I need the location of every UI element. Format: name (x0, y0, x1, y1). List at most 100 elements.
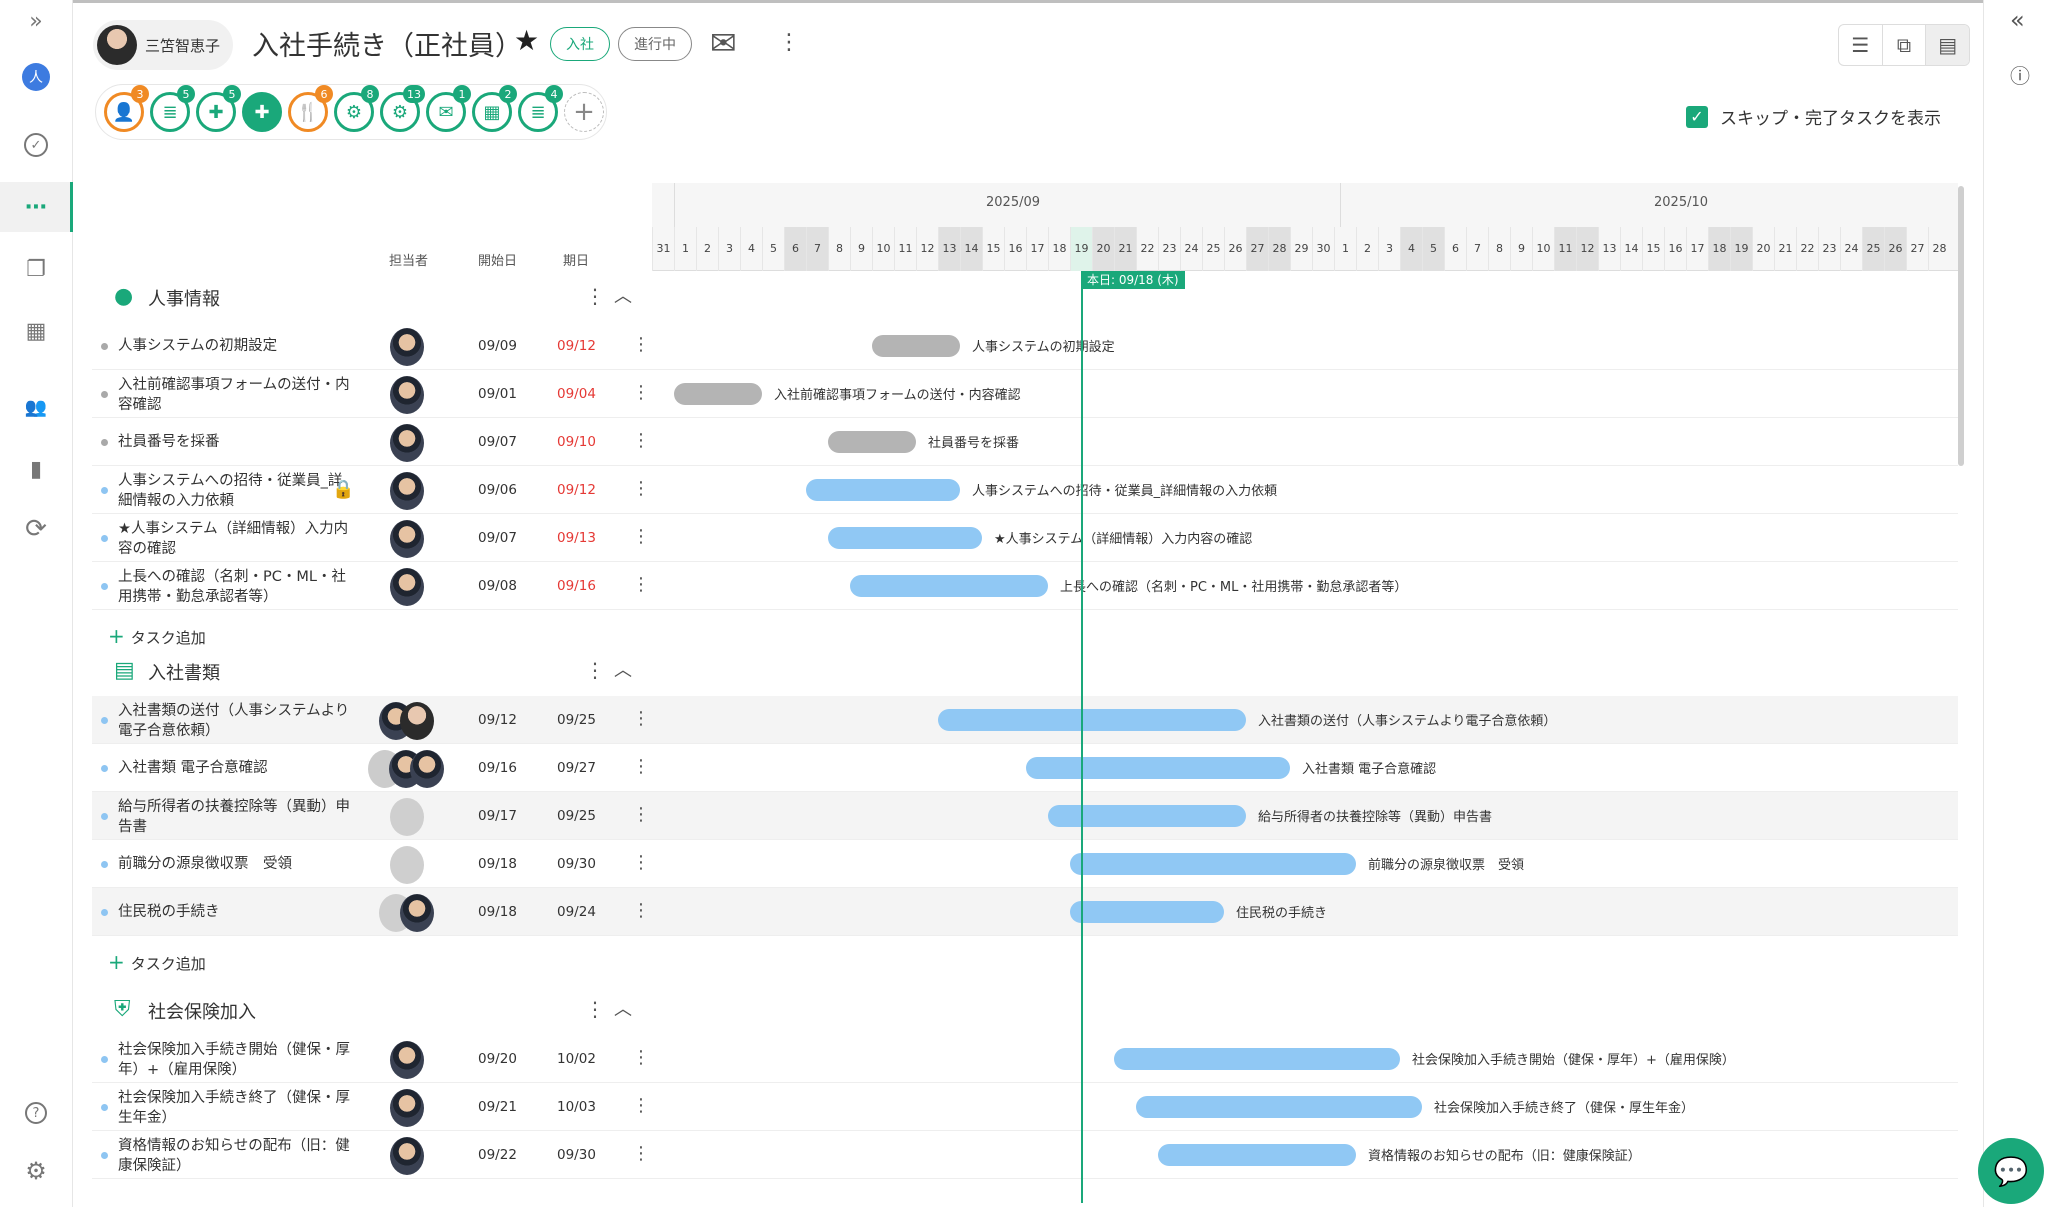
mail-icon[interactable]: ✉ (710, 24, 737, 62)
category-filter-chip[interactable]: ≣ 5 (150, 85, 195, 132)
double-chevron-right-icon[interactable]: » (0, 0, 72, 46)
task-row[interactable]: 資格情報のお知らせの配布（旧：健康保険証） 09/22 09/30 ⋮ (92, 1131, 652, 1179)
show-skipped-toggle[interactable]: ✓ スキップ・完了タスクを表示 (1686, 104, 1941, 129)
task-name[interactable]: 給与所得者の扶養控除等（異動）申告書 (118, 797, 356, 837)
due-date[interactable]: 09/10 (557, 434, 596, 450)
task-more-icon[interactable]: ⋮ (632, 1143, 650, 1164)
task-more-icon[interactable]: ⋮ (632, 708, 650, 729)
task-more-icon[interactable]: ⋮ (632, 1047, 650, 1068)
task-bar[interactable] (806, 479, 960, 501)
section-more-icon[interactable]: ⋮ (585, 658, 605, 682)
due-date[interactable]: 10/02 (557, 1051, 596, 1067)
table-icon[interactable]: ▦ (0, 306, 72, 356)
task-row[interactable]: 給与所得者の扶養控除等（異動）申告書 09/17 09/25 ⋮ (92, 792, 652, 840)
double-chevron-left-icon[interactable]: « (2010, 6, 2025, 34)
task-name[interactable]: 社員番号を採番 (118, 432, 356, 452)
task-name[interactable]: 社会保険加入手続き終了（健保・厚生年金） (118, 1088, 356, 1128)
task-bar[interactable] (1048, 805, 1246, 827)
task-more-icon[interactable]: ⋮ (632, 478, 650, 499)
collapse-chevron-icon[interactable]: ︿ (614, 995, 632, 1021)
due-date[interactable]: 09/30 (557, 1147, 596, 1163)
task-row[interactable]: 社会保険加入手続き終了（健保・厚生年金） 09/21 10/03 ⋮ (92, 1083, 652, 1131)
task-more-icon[interactable]: ⋮ (632, 900, 650, 921)
assignee-chip[interactable]: 三笘智恵子 (93, 20, 233, 70)
task-bar[interactable] (1158, 1144, 1356, 1166)
check-circle-icon[interactable]: ✓ (0, 120, 72, 170)
category-filter-chip[interactable]: ✚ (242, 92, 282, 132)
category-filter-chip[interactable]: ≣ 4 (518, 85, 563, 132)
task-row[interactable]: 入社書類の送付（人事システムより電子合意依頼） 09/12 09/25 ⋮ (92, 696, 652, 744)
start-date[interactable]: 09/08 (478, 578, 517, 594)
task-bar[interactable] (1070, 901, 1224, 923)
start-date[interactable]: 09/01 (478, 386, 517, 402)
task-bar[interactable] (872, 335, 960, 357)
status-badge[interactable]: 進行中 (618, 27, 692, 61)
due-date[interactable]: 09/25 (557, 712, 596, 728)
task-name[interactable]: 入社書類の送付（人事システムより電子合意依頼） (118, 701, 356, 741)
task-row[interactable]: 入社前確認事項フォームの送付・内容確認 09/01 09/04 ⋮ (92, 370, 652, 418)
start-date[interactable]: 09/18 (478, 904, 517, 920)
category-filter-chip[interactable]: ✉ 1 (426, 85, 471, 132)
due-date[interactable]: 09/27 (557, 760, 596, 776)
category-filter-chip[interactable]: ✚ 5 (196, 85, 241, 132)
due-date[interactable]: 10/03 (557, 1099, 596, 1115)
start-date[interactable]: 09/07 (478, 530, 517, 546)
task-bar[interactable] (1136, 1096, 1422, 1118)
category-filter-chip[interactable]: ⚙ 8 (334, 85, 379, 132)
workflow-icon[interactable]: ⋯ (0, 182, 73, 232)
task-name[interactable]: 人事システムへの招待・従業員_詳細情報の入力依頼 (118, 471, 356, 511)
start-date[interactable]: 09/06 (478, 482, 517, 498)
task-name[interactable]: 住民税の手続き (118, 902, 356, 922)
category-filter-chip[interactable]: ▦ 2 (472, 85, 517, 132)
info-icon[interactable]: ⓘ (2010, 60, 2030, 89)
task-name[interactable]: ★人事システム（詳細情報）入力内容の確認 (118, 519, 356, 559)
vertical-scrollbar[interactable] (1958, 186, 1964, 466)
category-filter-chip[interactable]: ⚙ 13 (380, 85, 425, 132)
task-more-icon[interactable]: ⋮ (632, 1095, 650, 1116)
task-bar[interactable] (674, 383, 762, 405)
due-date[interactable]: 09/12 (557, 482, 596, 498)
gear-icon[interactable]: ⚙ (0, 1146, 72, 1196)
more-menu-icon[interactable]: ⋮ (778, 30, 800, 55)
list-view-icon[interactable]: ☰ (1839, 25, 1883, 65)
section-more-icon[interactable]: ⋮ (585, 997, 605, 1021)
task-name[interactable]: 入社前確認事項フォームの送付・内容確認 (118, 375, 356, 415)
task-bar[interactable] (850, 575, 1048, 597)
task-name[interactable]: 入社書類 電子合意確認 (118, 758, 356, 778)
bar-chart-icon[interactable]: ▮ (0, 444, 72, 494)
gantt-view-icon[interactable]: ▤ (1926, 25, 1969, 65)
task-name[interactable]: 人事システムの初期設定 (118, 336, 356, 356)
task-row[interactable]: 入社書類 電子合意確認 09/16 09/27 ⋮ (92, 744, 652, 792)
task-row[interactable]: 上長への確認（名刺・PC・ML・社用携帯・勤怠承認者等） 09/08 09/16 ⋮ (92, 562, 652, 610)
due-date[interactable]: 09/12 (557, 338, 596, 354)
task-more-icon[interactable]: ⋮ (632, 382, 650, 403)
start-date[interactable]: 09/09 (478, 338, 517, 354)
due-date[interactable]: 09/13 (557, 530, 596, 546)
task-name[interactable]: 上長への確認（名刺・PC・ML・社用携帯・勤怠承認者等） (118, 567, 356, 607)
due-date[interactable]: 09/16 (557, 578, 596, 594)
start-date[interactable]: 09/20 (478, 1051, 517, 1067)
task-more-icon[interactable]: ⋮ (632, 852, 650, 873)
category-filter-chip[interactable]: 🍴 6 (288, 85, 333, 132)
sync-icon[interactable]: ⟳ (0, 504, 72, 554)
task-name[interactable]: 資格情報のお知らせの配布（旧：健康保険証） (118, 1136, 356, 1176)
task-row[interactable]: 前職分の源泉徴収票 受領 09/18 09/30 ⋮ (92, 840, 652, 888)
task-bar[interactable] (1026, 757, 1290, 779)
collapse-chevron-icon[interactable]: ︿ (614, 282, 632, 308)
task-row[interactable]: 住民税の手続き 09/18 09/24 ⋮ (92, 888, 652, 936)
task-more-icon[interactable]: ⋮ (632, 574, 650, 595)
task-bar[interactable] (828, 431, 916, 453)
due-date[interactable]: 09/25 (557, 808, 596, 824)
start-date[interactable]: 09/21 (478, 1099, 517, 1115)
task-more-icon[interactable]: ⋮ (632, 756, 650, 777)
task-row[interactable]: 人事システムへの招待・従業員_詳細情報の入力依頼 🔒 09/06 09/12 ⋮ (92, 466, 652, 514)
task-row[interactable]: ★人事システム（詳細情報）入力内容の確認 09/07 09/13 ⋮ (92, 514, 652, 562)
checkbox-checked-icon[interactable]: ✓ (1686, 105, 1708, 128)
start-date[interactable]: 09/16 (478, 760, 517, 776)
due-date[interactable]: 09/04 (557, 386, 596, 402)
collapse-chevron-icon[interactable]: ︿ (614, 656, 632, 682)
task-more-icon[interactable]: ⋮ (632, 526, 650, 547)
documents-icon[interactable]: ❐ (0, 244, 72, 294)
add-category-button[interactable]: + (564, 92, 604, 132)
start-date[interactable]: 09/12 (478, 712, 517, 728)
